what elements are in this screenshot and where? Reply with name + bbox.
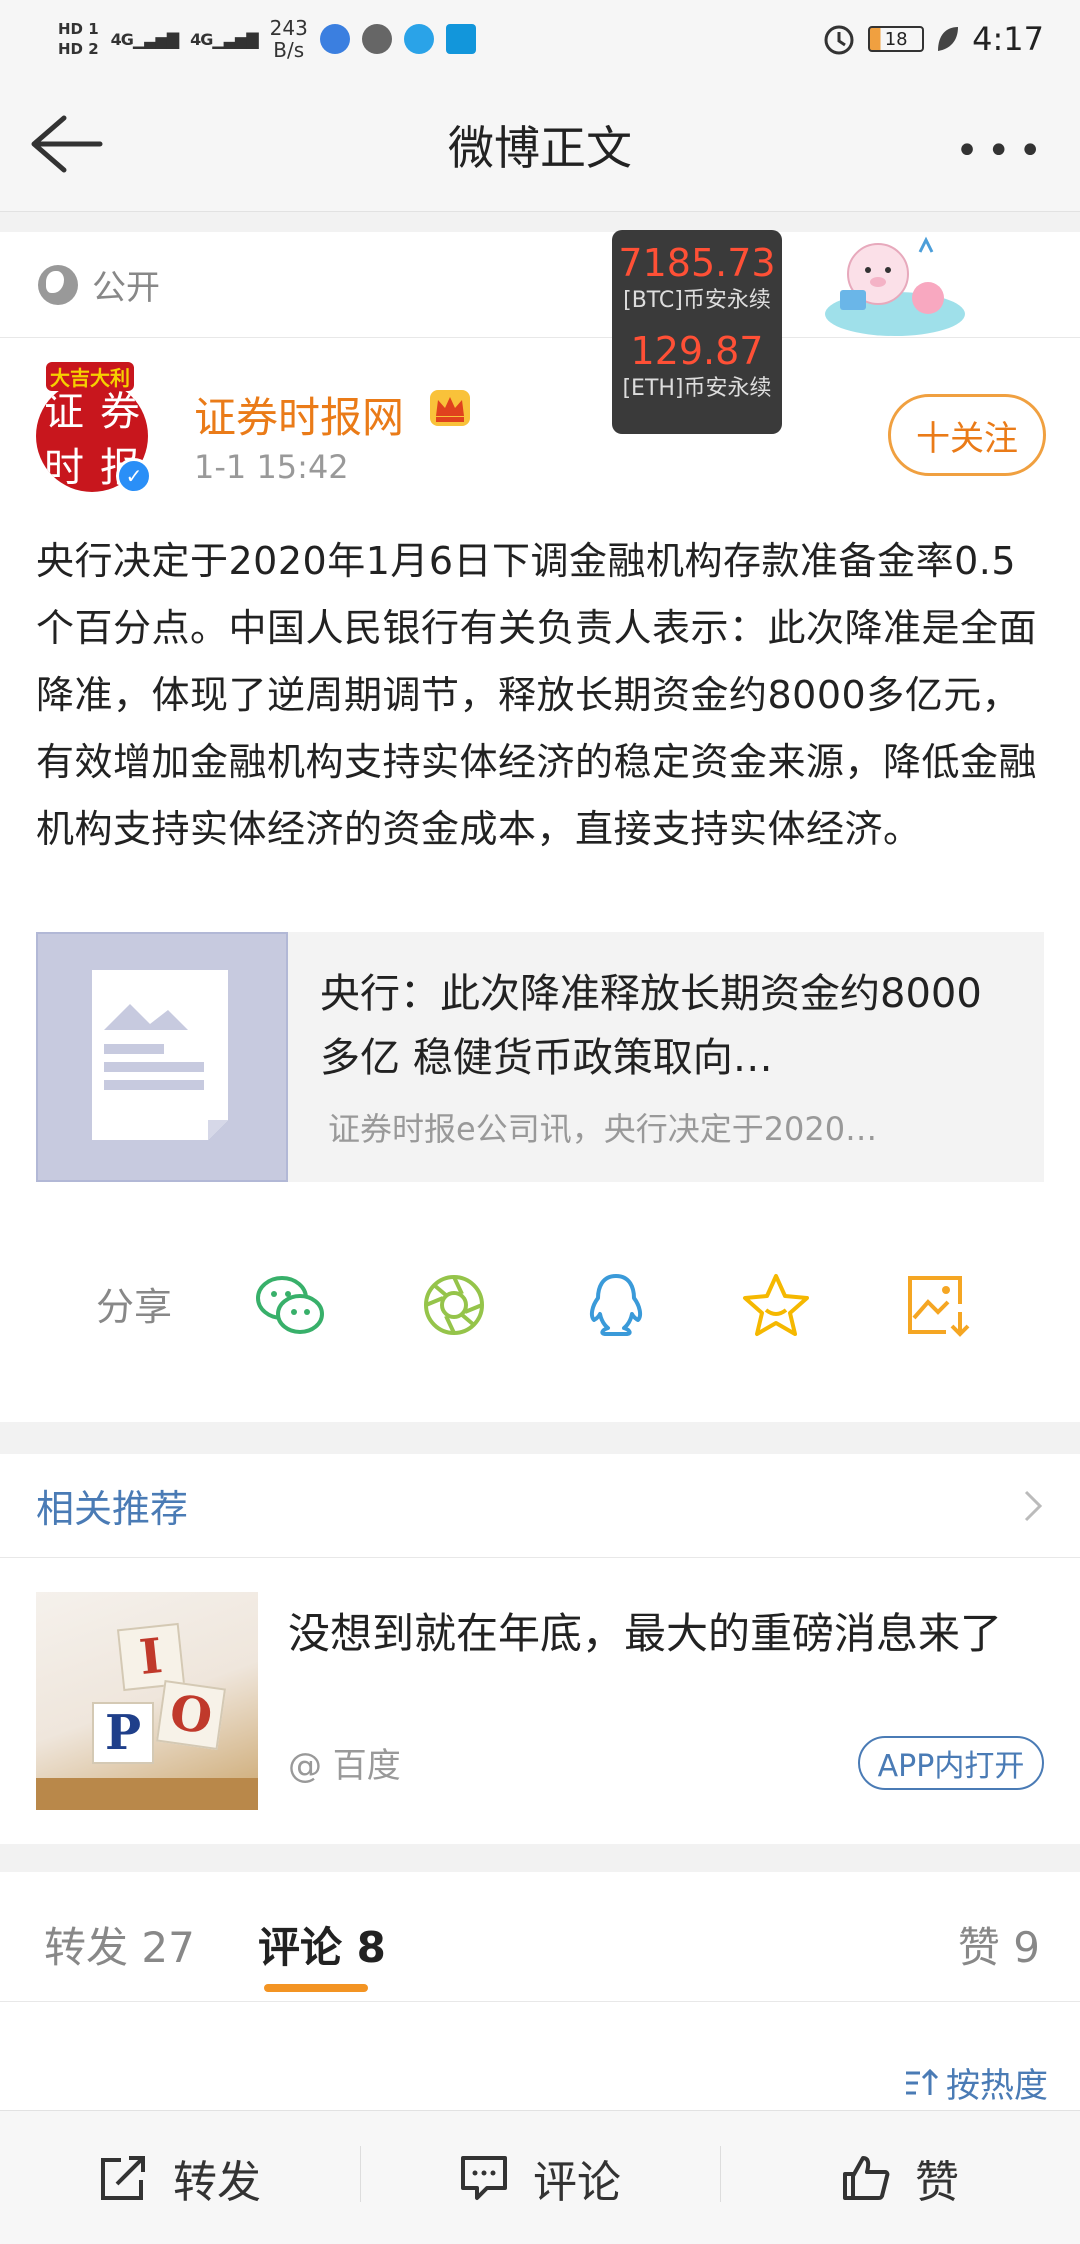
like-button[interactable]: 赞: [720, 2145, 1080, 2210]
browser-icon: [319, 24, 350, 54]
battery-icon: 18: [868, 26, 925, 52]
btc-price: 7185.73: [618, 241, 776, 285]
btc-label: [BTC]币安永续: [623, 288, 771, 313]
sort-icon: [906, 2068, 939, 2095]
link-card-summary: 证券时报e公司讯，央行决定于2020…: [328, 1110, 878, 1148]
tab-like[interactable]: 赞 9: [958, 1914, 1040, 1975]
verified-badge-icon: ✓: [116, 458, 152, 494]
clock: 4:17: [972, 20, 1044, 58]
back-arrow-icon[interactable]: [28, 112, 104, 176]
globe-app-icon: [361, 24, 392, 54]
follow-button[interactable]: 十关注: [888, 394, 1046, 476]
hd1-label: HD 1: [58, 20, 99, 38]
thumbs-up-icon: [843, 2155, 890, 2200]
save-image-icon[interactable]: [902, 1272, 974, 1338]
wechat-share-icon[interactable]: [254, 1272, 326, 1338]
signal-2-icon: 4G▁▃▅▇: [190, 29, 258, 49]
avatar-char-3: 时: [44, 445, 84, 491]
tab-repost[interactable]: 转发 27: [44, 1914, 195, 1975]
status-bar: HD 1 HD 2 4G▁▃▅▇ 4G▁▃▅▇ 243 B/s 18 4:17: [0, 0, 1080, 78]
network-speed: 243 B/s: [269, 16, 308, 62]
link-card-title: 央行：此次降准释放长期资金约8000多亿 稳健货币政策取向…: [320, 971, 982, 1081]
related-recommendations: 相关推荐 I P O 没想到就在年底，最大的重磅消息来了 @ 百度 APP内打开: [0, 1454, 1080, 1844]
author-name[interactable]: 证券时报网: [194, 384, 404, 445]
block-o: O: [155, 1679, 227, 1751]
page-title: 微博正文: [448, 120, 632, 175]
like-label: 赞: [915, 2156, 959, 2208]
tab-comment[interactable]: 评论 8: [258, 1914, 386, 1975]
article-thumbnail-icon: [36, 932, 288, 1182]
sort-by-hot-button[interactable]: 按热度: [904, 2058, 1048, 2107]
hd2-label: HD 2: [58, 40, 99, 58]
post-body: 央行决定于2020年1月6日下调金融机构存款准备金率0.5个百分点。中国人民银行…: [36, 539, 1038, 851]
author-row: 证 券 时 报 大吉大利 ✓ 证券时报网 1-1 15:42 十关注: [36, 362, 1046, 512]
block-p: P: [92, 1702, 154, 1764]
title-bar: 微博正文 •••: [0, 78, 1080, 212]
post-timestamp: 1-1 15:42: [194, 448, 349, 486]
leaf-icon: [938, 27, 959, 51]
link-card[interactable]: 央行：此次降准释放长期资金约8000多亿 稳健货币政策取向… 证券时报e公司讯，…: [36, 932, 1044, 1182]
alarm-icon: [824, 25, 854, 55]
bottom-action-bar: 转发 评论 赞: [0, 2110, 1080, 2244]
repost-button[interactable]: 转发: [0, 2146, 360, 2210]
signal-1-icon: 4G▁▃▅▇: [110, 29, 179, 49]
message-app-icon: [445, 24, 476, 54]
share-label: 分享: [96, 1285, 173, 1329]
recommend-title: 相关推荐: [36, 1487, 189, 1531]
pig-sticker-icon: [825, 236, 965, 336]
share-row: 分享: [0, 1252, 1080, 1342]
hd-indicator: HD 1 HD 2: [58, 19, 99, 59]
visibility-label: 公开: [92, 268, 160, 308]
qq-share-icon[interactable]: [580, 1272, 652, 1338]
recommend-item-title: 没想到就在年底，最大的重磅消息来了: [288, 1609, 1003, 1658]
status-right: 18 4:17: [822, 20, 1044, 58]
sort-label: 按热度: [946, 2066, 1048, 2106]
repost-icon: [101, 2155, 145, 2200]
status-left: HD 1 HD 2 4G▁▃▅▇ 4G▁▃▅▇ 243 B/s: [58, 17, 476, 61]
active-tab-indicator: [264, 1984, 368, 1992]
avatar-banner: 大吉大利: [46, 362, 134, 391]
favorite-star-icon[interactable]: [740, 1272, 812, 1338]
repost-label: 转发: [173, 2156, 261, 2208]
crown-icon: [430, 390, 470, 426]
crypto-ticker-widget[interactable]: 7185.73 [BTC]币安永续 129.87 [ETH]币安永续: [612, 230, 782, 434]
ipo-blocks-image: I P O: [36, 1592, 258, 1810]
recommend-item-source: @ 百度: [288, 1746, 401, 1786]
comment-label: 评论: [533, 2156, 621, 2208]
chevron-right-icon: [1024, 1490, 1043, 1521]
moments-share-icon[interactable]: [418, 1272, 490, 1338]
eth-price: 129.87: [630, 329, 764, 373]
eth-label: [ETH]币安永续: [622, 376, 772, 401]
globe-icon: [38, 264, 78, 305]
post-card: 公开 证 券 时 报 大吉大利 ✓ 证券时报网 1-1 15:42 十关注 央行…: [0, 232, 1080, 1422]
comment-button[interactable]: 评论: [360, 2145, 720, 2210]
comment-icon: [461, 2155, 507, 2200]
translate-app-icon: [403, 24, 434, 54]
more-options-icon[interactable]: •••: [955, 128, 1050, 174]
avatar[interactable]: 证 券 时 报 大吉大利 ✓: [36, 362, 152, 494]
open-in-app-button[interactable]: APP内打开: [858, 1736, 1044, 1790]
recommend-item[interactable]: I P O 没想到就在年底，最大的重磅消息来了 @ 百度 APP内打开: [36, 1592, 1044, 1812]
recommend-header[interactable]: 相关推荐: [0, 1454, 1080, 1558]
